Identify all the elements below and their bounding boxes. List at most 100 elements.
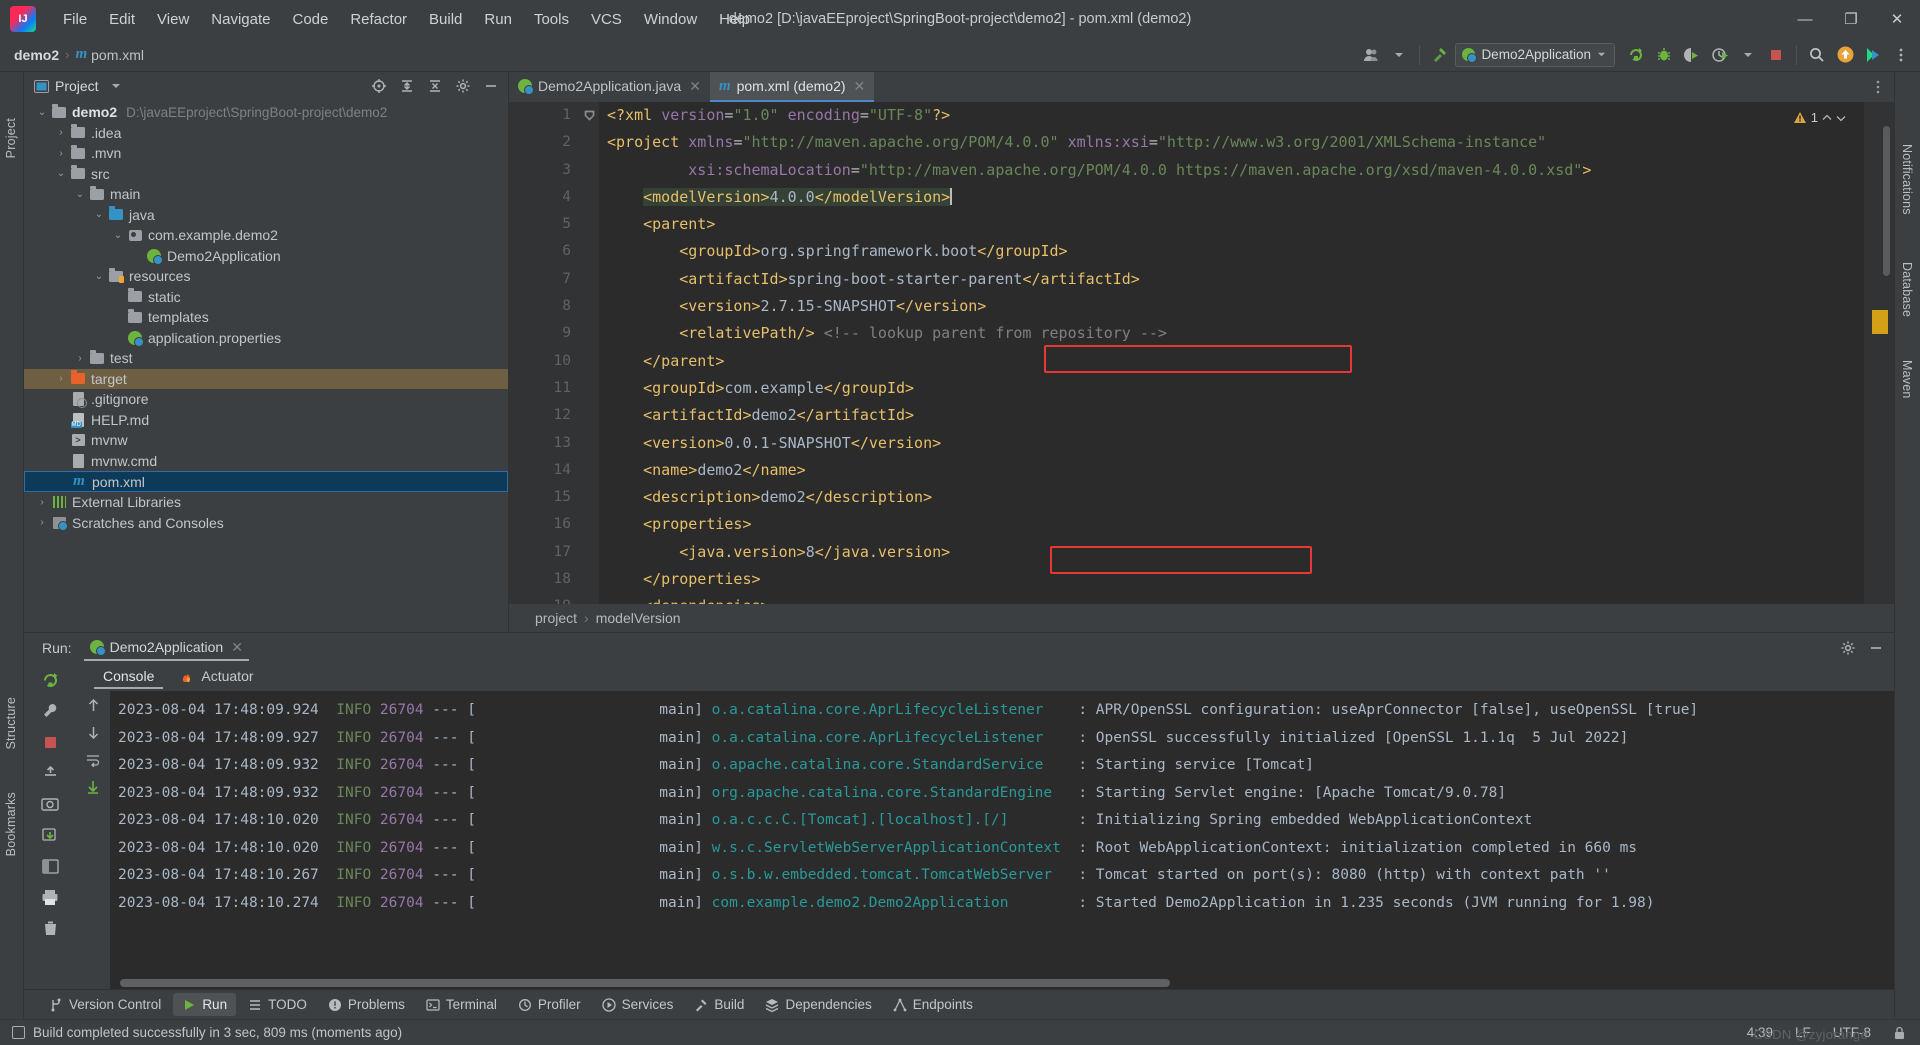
scroll-to-end-icon[interactable]	[85, 779, 101, 795]
code-line[interactable]: <project xmlns="http://maven.apache.org/…	[607, 129, 1864, 156]
tree-item-mvnw[interactable]: > mvnw	[24, 430, 508, 451]
locate-icon[interactable]	[368, 75, 390, 97]
export-icon[interactable]	[38, 824, 62, 846]
editor-right-margin[interactable]	[1864, 102, 1894, 604]
tree-item-external-libraries[interactable]: › External Libraries	[24, 492, 508, 513]
left-strip-item-structure[interactable]: Structure	[4, 697, 18, 750]
tree-item--gitignore[interactable]: .gitignore	[24, 389, 508, 410]
lock-icon[interactable]	[1893, 1026, 1906, 1040]
update-icon[interactable]	[1832, 42, 1858, 68]
tree-expand-arrow[interactable]: ›	[34, 497, 50, 508]
code-line[interactable]: <java.version>8</java.version>	[607, 539, 1864, 566]
trash-icon[interactable]	[38, 917, 62, 939]
collapse-all-icon[interactable]	[424, 75, 446, 97]
more-options-icon[interactable]	[1888, 42, 1914, 68]
project-tree[interactable]: ⌄ demo2 D:\javaEEproject\SpringBoot-projec…	[24, 100, 508, 632]
tool-window-tab-profiler[interactable]: Profiler	[509, 993, 590, 1016]
run-config-tab[interactable]: Demo2Application ✕	[83, 636, 249, 661]
line-number[interactable]: 14	[509, 457, 581, 484]
console-horizontal-scrollbar[interactable]	[120, 979, 1170, 987]
code-line[interactable]: <description>demo2</description>	[607, 484, 1864, 511]
print-icon[interactable]	[38, 886, 62, 908]
plugin-icon[interactable]	[1860, 42, 1886, 68]
tree-expand-arrow[interactable]: ›	[72, 353, 88, 364]
code-line[interactable]: </parent>	[607, 348, 1864, 375]
menu-item-file[interactable]: File	[52, 7, 98, 32]
menu-item-window[interactable]: Window	[633, 7, 708, 32]
line-number[interactable]: 3	[509, 157, 581, 184]
tree-expand-arrow[interactable]: ›	[53, 148, 69, 159]
code-line[interactable]: <name>demo2</name>	[607, 457, 1864, 484]
line-number[interactable]: 6	[509, 238, 581, 265]
maximize-button[interactable]: ❐	[1828, 0, 1874, 38]
code-line[interactable]: <groupId>org.springframework.boot</group…	[607, 238, 1864, 265]
layout-icon[interactable]	[38, 855, 62, 877]
tree-item-pom-xml[interactable]: m pom.xml	[24, 471, 508, 492]
menu-item-navigate[interactable]: Navigate	[200, 7, 281, 32]
tool-window-tab-endpoints[interactable]: Endpoints	[884, 993, 982, 1016]
scroll-down-icon[interactable]	[86, 725, 101, 741]
chevron-down-icon[interactable]	[1386, 42, 1412, 68]
close-icon[interactable]: ✕	[854, 78, 866, 95]
tool-window-tab-dependencies[interactable]: Dependencies	[756, 993, 880, 1016]
debug-button[interactable]	[1651, 42, 1677, 68]
resume-icon[interactable]	[38, 762, 62, 784]
code-line[interactable]: <version>2.7.15-SNAPSHOT</version>	[607, 293, 1864, 320]
editor-tab-demo2application[interactable]: Demo2Application.java ✕	[509, 72, 710, 102]
breadcrumb-file[interactable]: m pom.xml	[75, 46, 144, 63]
line-number[interactable]: 8	[509, 293, 581, 320]
scroll-up-icon[interactable]	[86, 697, 101, 713]
tree-item-templates[interactable]: templates	[24, 307, 508, 328]
menu-item-run[interactable]: Run	[473, 7, 523, 32]
search-icon[interactable]	[1804, 42, 1830, 68]
menu-item-refactor[interactable]: Refactor	[339, 7, 418, 32]
menu-item-code[interactable]: Code	[281, 7, 339, 32]
menu-item-build[interactable]: Build	[418, 7, 473, 32]
right-strip-item-notifications[interactable]: Notifications	[1900, 144, 1914, 215]
project-view-dropdown-icon[interactable]	[105, 75, 127, 97]
tree-expand-arrow[interactable]: ⌄	[34, 107, 50, 118]
code-line[interactable]: <version>0.0.1-SNAPSHOT</version>	[607, 430, 1864, 457]
code-line[interactable]: <properties>	[607, 511, 1864, 538]
hide-panel-icon[interactable]	[1868, 640, 1884, 656]
stop-button[interactable]	[1763, 42, 1789, 68]
tree-expand-arrow[interactable]: ›	[34, 517, 50, 528]
hide-panel-icon[interactable]	[480, 75, 502, 97]
code-text[interactable]: <?xml version="1.0" encoding="UTF-8"?> <p…	[599, 102, 1864, 604]
line-number[interactable]: 12	[509, 402, 581, 429]
line-number[interactable]: 17	[509, 539, 581, 566]
line-number[interactable]: 2	[509, 129, 581, 156]
tree-expand-arrow[interactable]: ⌄	[110, 230, 126, 241]
code-line[interactable]: <modelVersion>4.0.0</modelVersion>	[607, 184, 1864, 211]
menu-item-view[interactable]: View	[146, 7, 200, 32]
menu-bar[interactable]: File Edit View Navigate Code Refactor Bu…	[52, 7, 761, 32]
tool-window-tab-todo[interactable]: TODO	[239, 993, 316, 1016]
tree-item--idea[interactable]: › .idea	[24, 123, 508, 144]
menu-item-tools[interactable]: Tools	[523, 7, 580, 32]
tree-item-application-properties[interactable]: application.properties	[24, 328, 508, 349]
code-line[interactable]: <groupId>com.example</groupId>	[607, 375, 1864, 402]
tool-window-bar[interactable]: Version Control Run TODO Problems Terminal Pr…	[24, 989, 1894, 1019]
close-icon[interactable]: ✕	[689, 78, 701, 95]
code-line[interactable]: <dependencies>	[607, 593, 1864, 604]
right-strip-item-maven[interactable]: Maven	[1900, 360, 1914, 399]
tree-item-demo2[interactable]: ⌄ demo2 D:\javaEEproject\SpringBoot-projec…	[24, 102, 508, 123]
editor-tab-pomxml[interactable]: m pom.xml (demo2) ✕	[709, 72, 875, 102]
camera-icon[interactable]	[38, 793, 62, 815]
profiler-dropdown-icon[interactable]	[1735, 42, 1761, 68]
breadcrumb-project-element[interactable]: project	[535, 610, 577, 626]
breadcrumb-project[interactable]: demo2	[14, 47, 59, 63]
code-folding-column[interactable]	[581, 102, 599, 604]
wrench-icon[interactable]	[38, 700, 62, 722]
tree-expand-arrow[interactable]: ›	[53, 373, 69, 384]
code-editor[interactable]: 12345678910111213141516171819 <?xml vers…	[509, 102, 1894, 604]
inspection-warning-indicator[interactable]: 1	[1793, 110, 1846, 125]
tool-window-tab-run[interactable]: Run	[173, 993, 237, 1016]
line-number[interactable]: 13	[509, 430, 581, 457]
tool-window-tab-build[interactable]: Build	[685, 993, 753, 1016]
run-with-coverage-button[interactable]	[1679, 42, 1705, 68]
code-line[interactable]: <?xml version="1.0" encoding="UTF-8"?>	[607, 102, 1864, 129]
run-configuration-selector[interactable]: Demo2Application	[1455, 42, 1615, 67]
tree-item-resources[interactable]: ⌄ resources	[24, 266, 508, 287]
line-number[interactable]: 7	[509, 266, 581, 293]
